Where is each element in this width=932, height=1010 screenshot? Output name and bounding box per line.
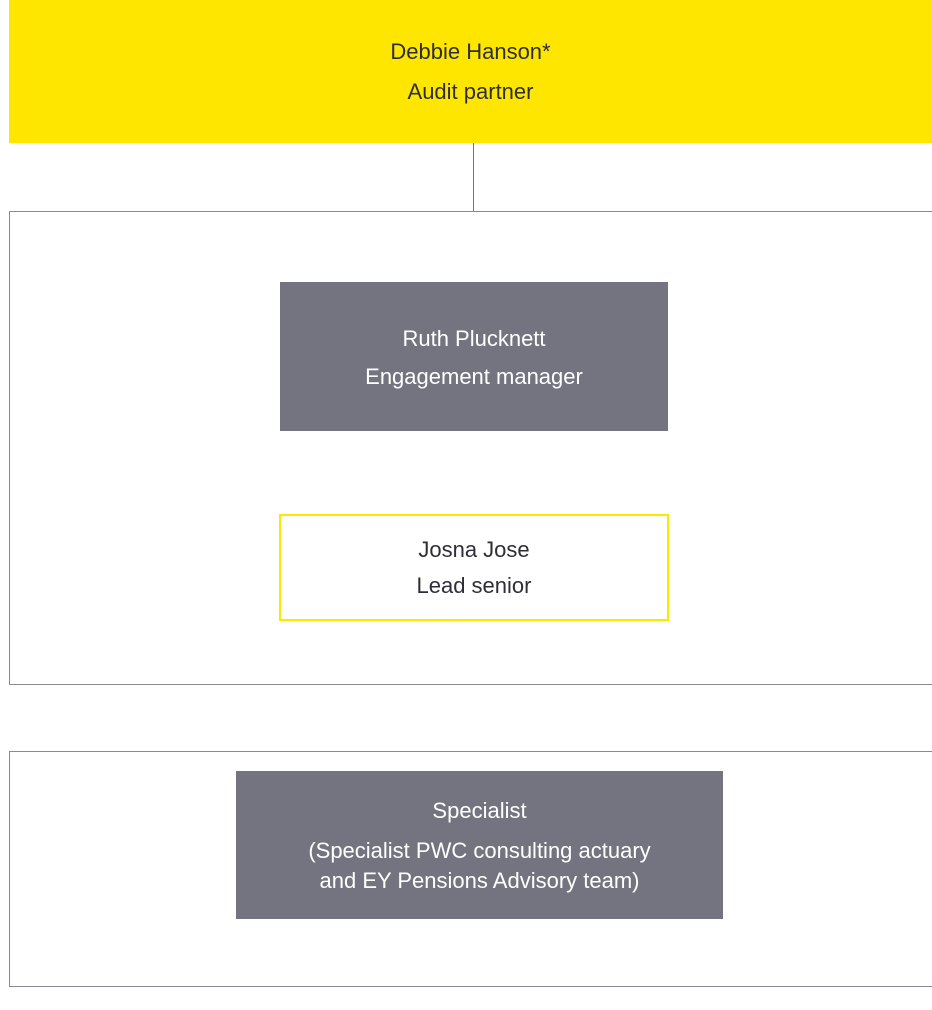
lead-senior-node: Josna Jose Lead senior <box>279 514 669 621</box>
audit-partner-node: Debbie Hanson* Audit partner <box>9 0 932 143</box>
audit-partner-name: Debbie Hanson* <box>390 38 551 64</box>
audit-partner-role: Audit partner <box>407 78 534 104</box>
engagement-manager-role: Engagement manager <box>365 363 583 389</box>
specialist-title: Specialist <box>432 798 527 823</box>
specialist-description-line1: (Specialist PWC consulting actuary <box>308 838 651 863</box>
engagement-manager-node: Ruth Plucknett Engagement manager <box>280 282 668 431</box>
specialist-node: Specialist (Specialist PWC consulting ac… <box>236 771 723 919</box>
specialist-description-line2: and EY Pensions Advisory team) <box>319 868 640 893</box>
lead-senior-role: Lead senior <box>416 572 532 598</box>
engagement-manager-name: Ruth Plucknett <box>402 325 546 351</box>
lead-senior-name: Josna Jose <box>418 536 530 562</box>
partner-to-team-connector <box>473 143 474 212</box>
